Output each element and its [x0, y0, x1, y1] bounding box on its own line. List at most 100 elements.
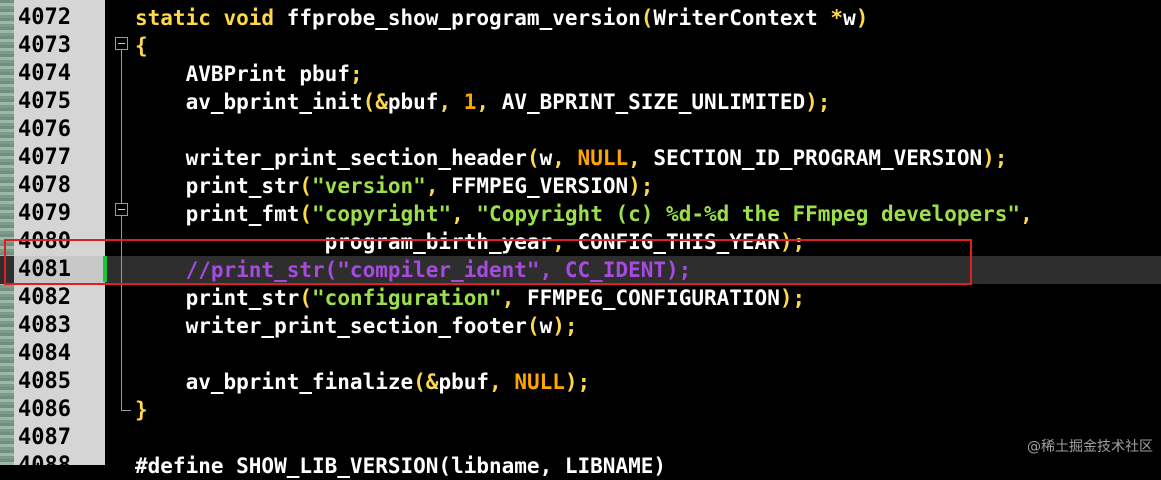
line-number-cell: 4078 — [14, 172, 105, 200]
code-token: static void — [135, 6, 287, 30]
line-number-cell: 4075 — [14, 88, 105, 116]
code-token: "copyright" — [312, 202, 452, 226]
line-number: 4084 — [18, 341, 71, 366]
code-token: ); — [628, 174, 654, 198]
line-number-cell: 4085 — [14, 368, 105, 396]
line-number: 4073 — [18, 33, 71, 58]
line-number: 4074 — [18, 61, 71, 86]
line-number-cell: 4072 — [14, 4, 105, 32]
line-number-cell: 4084 — [14, 340, 105, 368]
code-token: , — [501, 286, 527, 310]
code-text: av_bprint_init(&pbuf, 1, AV_BPRINT_SIZE_… — [135, 90, 831, 114]
line-number: 4076 — [18, 117, 71, 142]
code-token: 1 — [463, 90, 477, 114]
code-token: , — [1020, 202, 1033, 226]
code-token: ); — [552, 314, 578, 338]
code-line[interactable]: 4083 writer_print_section_footer(w); — [0, 312, 1161, 340]
code-token: ( — [299, 174, 313, 198]
line-number: 4086 — [18, 397, 71, 422]
code-line[interactable]: 4088 #define SHOW_LIB_VERSION(libname, LI… — [0, 452, 1161, 480]
code-token: FFMPEG_CONFIGURATION — [526, 286, 780, 310]
line-number-cell: 4082 — [14, 284, 105, 312]
code-token: * — [830, 6, 844, 30]
code-line[interactable]: 4074 AVBPrint pbuf; — [0, 60, 1161, 88]
code-token: w — [539, 146, 553, 170]
fold-toggle-icon[interactable] — [115, 203, 128, 216]
code-token: ; — [349, 62, 363, 86]
code-text: av_bprint_finalize(&pbuf, NULL); — [135, 370, 591, 394]
fold-end-marker — [121, 410, 131, 411]
code-token: WriterContext — [653, 6, 831, 30]
code-token: ) — [855, 6, 869, 30]
line-number-cell: 4087 — [14, 424, 105, 452]
code-token: , — [489, 370, 515, 394]
code-token: ); — [564, 370, 591, 394]
code-text: writer_print_section_footer(w); — [135, 314, 578, 338]
line-number: 4077 — [18, 145, 71, 170]
code-line[interactable]: 4075 av_bprint_init(&pbuf, 1, AV_BPRINT_… — [0, 88, 1161, 116]
code-token: AV_BPRINT_SIZE_UNLIMITED — [501, 90, 806, 114]
code-line[interactable]: 4072 static void ffprobe_show_program_ver… — [0, 4, 1161, 32]
code-editor[interactable]: 4072 static void ffprobe_show_program_ver… — [0, 0, 1161, 478]
code-token: { — [135, 34, 148, 58]
code-token: ( — [526, 146, 540, 170]
code-token: ( — [526, 314, 540, 338]
line-number-cell: 4076 — [14, 116, 105, 144]
code-token: , — [628, 146, 654, 170]
code-text: print_str("version", FFMPEG_VERSION); — [135, 174, 654, 198]
line-number-cell: 4073 — [14, 32, 105, 60]
line-number-cell: 4086 — [14, 396, 105, 424]
code-token: ( — [640, 6, 654, 30]
code-token: NULL — [577, 146, 629, 170]
code-token: , — [451, 202, 477, 226]
watermark: @稀土掘金技术社区 — [1027, 439, 1153, 455]
code-line[interactable]: 4087 — [0, 424, 1161, 452]
line-number: 4072 — [18, 5, 71, 30]
code-text: static void ffprobe_show_program_version… — [135, 6, 868, 30]
code-line[interactable]: 4086} — [0, 396, 1161, 424]
code-line[interactable]: 4084 — [0, 340, 1161, 368]
code-token: ffprobe_show_program_version — [286, 6, 641, 30]
code-token: av_bprint_finalize — [135, 370, 414, 394]
line-number: 4078 — [18, 173, 71, 198]
line-number-cell: 4083 — [14, 312, 105, 340]
code-line[interactable]: 4073 { — [0, 32, 1161, 60]
fold-toggle-icon[interactable] — [115, 37, 128, 50]
code-line[interactable]: 4077 writer_print_section_header(w, NULL… — [0, 144, 1161, 172]
line-number: 4088 — [18, 453, 71, 478]
line-number-cell: 4088 — [14, 452, 105, 480]
line-number: 4079 — [18, 201, 71, 226]
code-token: print_fmt — [135, 202, 300, 226]
code-token: ); — [805, 90, 831, 114]
code-token: SECTION_ID_PROGRAM_VERSION — [653, 146, 983, 170]
code-token: ); — [982, 146, 1008, 170]
line-number-cell: 4074 — [14, 60, 105, 88]
code-token: , — [476, 90, 502, 114]
code-token: pbuf — [438, 370, 490, 394]
code-text: writer_print_section_header(w, NULL, SEC… — [135, 146, 1008, 170]
code-text: } — [135, 398, 148, 422]
code-token: "configuration" — [312, 286, 502, 310]
code-token: "Copyright (c) %d-%d the FFmpeg develope… — [476, 202, 1021, 226]
code-line[interactable]: 4079 print_fmt("copyright", "Copyright (… — [0, 200, 1161, 228]
code-token: w — [539, 314, 553, 338]
code-token: av_bprint_init — [135, 90, 363, 114]
code-line[interactable]: 4078 print_str("version", FFMPEG_VERSION… — [0, 172, 1161, 200]
code-token: NULL — [514, 370, 565, 394]
code-token: writer_print_section_header — [135, 146, 527, 170]
line-number-cell: 4079 — [14, 200, 105, 228]
code-token: print_str — [135, 286, 300, 310]
line-number: 4082 — [18, 285, 71, 310]
line-number: 4085 — [18, 369, 71, 394]
code-token: "version" — [312, 174, 426, 198]
code-line[interactable]: 4082 print_str("configuration", FFMPEG_C… — [0, 284, 1161, 312]
code-text: print_fmt("copyright", "Copyright (c) %d… — [135, 202, 1033, 226]
code-text: #define SHOW_LIB_VERSION(libname, LIBNAM… — [135, 454, 666, 478]
code-token: ); — [779, 286, 806, 310]
code-token: ( — [299, 202, 313, 226]
code-token: , — [425, 174, 452, 198]
code-text: AVBPrint pbuf; — [135, 62, 363, 86]
code-token: writer_print_section_footer — [135, 314, 527, 338]
code-line[interactable]: 4085 av_bprint_finalize(&pbuf, NULL); — [0, 368, 1161, 396]
code-line[interactable]: 4076 — [0, 116, 1161, 144]
